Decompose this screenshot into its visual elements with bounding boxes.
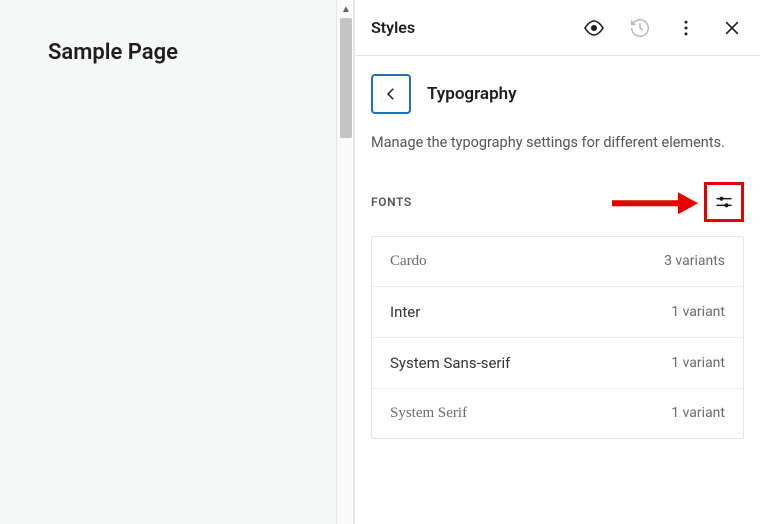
font-variants: 1 variant [671, 405, 725, 421]
panel-description: Manage the typography settings for diffe… [355, 122, 760, 174]
font-name: System Sans-serif [390, 354, 510, 372]
annotation-arrow [610, 188, 700, 218]
panel-nav: Typography [355, 56, 760, 122]
scrollbar[interactable]: ▲ [336, 0, 354, 524]
font-name: Cardo [390, 253, 427, 270]
manage-fonts-button[interactable] [704, 182, 744, 222]
sliders-icon [714, 192, 734, 212]
fonts-section-header: FONTS [355, 174, 760, 236]
font-variants: 3 variants [664, 253, 725, 269]
font-name: Inter [390, 303, 420, 321]
sidebar-title: Styles [371, 18, 582, 37]
font-variants: 1 variant [671, 304, 725, 320]
fonts-list: Cardo3 variantsInter1 variantSystem Sans… [371, 236, 744, 439]
eye-icon[interactable] [582, 16, 606, 40]
font-variants: 1 variant [671, 355, 725, 371]
font-item[interactable]: System Serif 1 variant [372, 389, 743, 438]
styles-sidebar: Styles Typography Manage the typography … [354, 0, 760, 524]
scroll-up-arrow[interactable]: ▲ [337, 0, 355, 18]
more-icon[interactable] [674, 16, 698, 40]
panel-title: Typography [427, 84, 517, 104]
font-item[interactable]: Cardo 3 variants [372, 237, 743, 287]
header-actions [582, 16, 744, 40]
page-title: Sample Page [48, 40, 306, 65]
history-icon[interactable] [628, 16, 652, 40]
font-item[interactable]: System Sans-serif 1 variant [372, 338, 743, 389]
back-button[interactable] [371, 74, 411, 114]
font-item[interactable]: Inter 1 variant [372, 287, 743, 338]
fonts-label: FONTS [371, 195, 412, 209]
sidebar-header: Styles [355, 0, 760, 56]
preview-pane: Sample Page ▲ [0, 0, 354, 524]
font-name: System Serif [390, 405, 467, 422]
close-icon[interactable] [720, 16, 744, 40]
scrollbar-thumb[interactable] [340, 18, 352, 138]
